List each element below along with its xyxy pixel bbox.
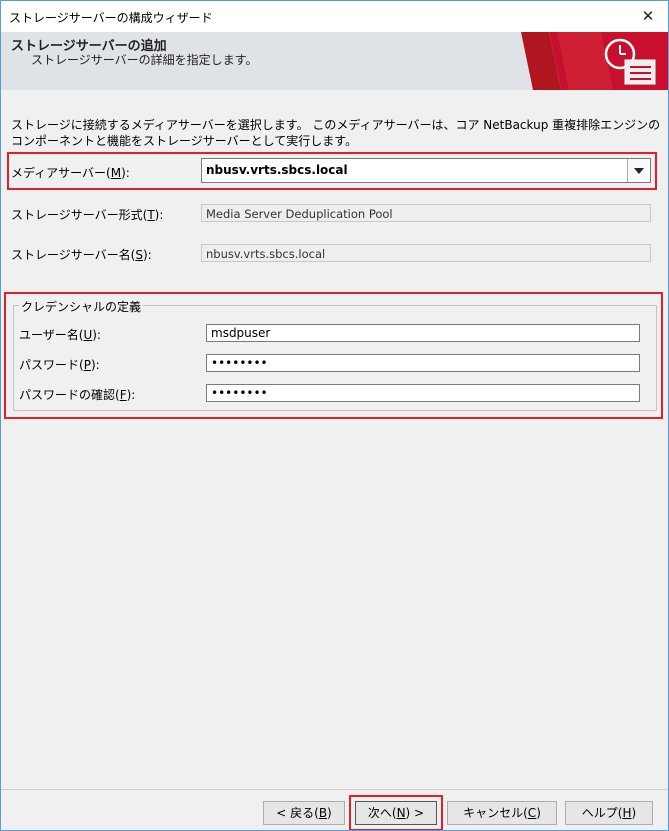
password-accel: P (83, 358, 91, 372)
username-label-suffix: ): (92, 328, 101, 342)
next-button[interactable]: 次へ(N) > (355, 801, 437, 825)
wizard-window: ストレージサーバーの構成ウィザード ✕ ストレージサーバーの追加 ストレージサー… (0, 0, 669, 831)
server-type-label-suffix: ): (154, 208, 164, 222)
help-button-label: ヘルプ( (581, 806, 623, 820)
password-label: パスワード(P): (19, 356, 100, 373)
server-name-accel: S (135, 248, 143, 262)
media-server-dropdown[interactable]: nbusv.vrts.sbcs.local (201, 158, 651, 183)
server-type-label-text: ストレージサーバー形式( (11, 208, 148, 222)
username-label: ユーザー名(U): (19, 326, 101, 343)
chevron-down-icon[interactable] (627, 159, 650, 182)
cancel-button-suffix: ) (536, 806, 541, 820)
server-type-label: ストレージサーバー形式(T): (11, 206, 163, 223)
cancel-button-label: キャンセル( (463, 806, 528, 820)
media-server-label-suffix: ): (121, 166, 130, 180)
cancel-button[interactable]: キャンセル(C) (447, 801, 557, 825)
help-button[interactable]: ヘルプ(H) (565, 801, 653, 825)
media-server-value: nbusv.vrts.sbcs.local (206, 163, 348, 177)
server-type-accel: T (147, 208, 155, 222)
title-bar: ストレージサーバーの構成ウィザード ✕ (1, 1, 668, 32)
password-input[interactable]: •••••••• (206, 354, 640, 372)
description-text: ストレージに接続するメディアサーバーを選択します。 このメディアサーバーは、コア… (11, 118, 661, 148)
server-name-label-text: ストレージサーバー名( (11, 248, 136, 262)
help-button-suffix: ) (631, 806, 637, 820)
media-server-accel: M (110, 166, 122, 180)
wizard-banner: ストレージサーバーの追加 ストレージサーバーの詳細を指定します。 (1, 32, 668, 90)
next-button-label: 次へ( (367, 806, 397, 820)
help-button-accel: H (622, 806, 632, 820)
confirm-password-label-suffix: ): (126, 388, 136, 402)
confirm-password-label: パスワードの確認(F): (19, 386, 135, 403)
cancel-button-accel: C (527, 806, 537, 820)
username-label-text: ユーザー名( (19, 328, 84, 342)
confirm-password-label-text: パスワードの確認( (19, 388, 120, 402)
password-label-text: パスワード( (19, 358, 84, 372)
server-name-label: ストレージサーバー名(S): (11, 246, 152, 263)
server-name-label-suffix: ): (142, 248, 152, 262)
back-button-suffix: ) (327, 806, 332, 820)
next-button-accel: N (396, 806, 406, 820)
back-button-label: < 戻る( (276, 806, 319, 820)
confirm-password-input[interactable]: •••••••• (206, 384, 640, 402)
window-title: ストレージサーバーの構成ウィザード (9, 11, 213, 25)
confirm-password-accel: F (119, 388, 127, 402)
media-server-label-text: メディアサーバー( (11, 166, 111, 180)
server-name-field: nbusv.vrts.sbcs.local (201, 244, 651, 262)
media-server-label: メディアサーバー(M): (11, 164, 130, 181)
close-icon[interactable]: ✕ (636, 5, 660, 27)
username-accel: U (83, 328, 93, 342)
banner-subheading: ストレージサーバーの詳細を指定します。 (31, 53, 258, 67)
footer-separator (1, 789, 668, 790)
username-input[interactable]: msdpuser (206, 324, 640, 342)
back-button-accel: B (318, 806, 328, 820)
password-label-suffix: ): (90, 358, 100, 372)
next-button-suffix: ) > (405, 806, 425, 820)
server-type-field: Media Server Deduplication Pool (201, 204, 651, 222)
back-button[interactable]: < 戻る(B) (263, 801, 345, 825)
credentials-title: クレデンシャルの定義 (19, 298, 144, 315)
